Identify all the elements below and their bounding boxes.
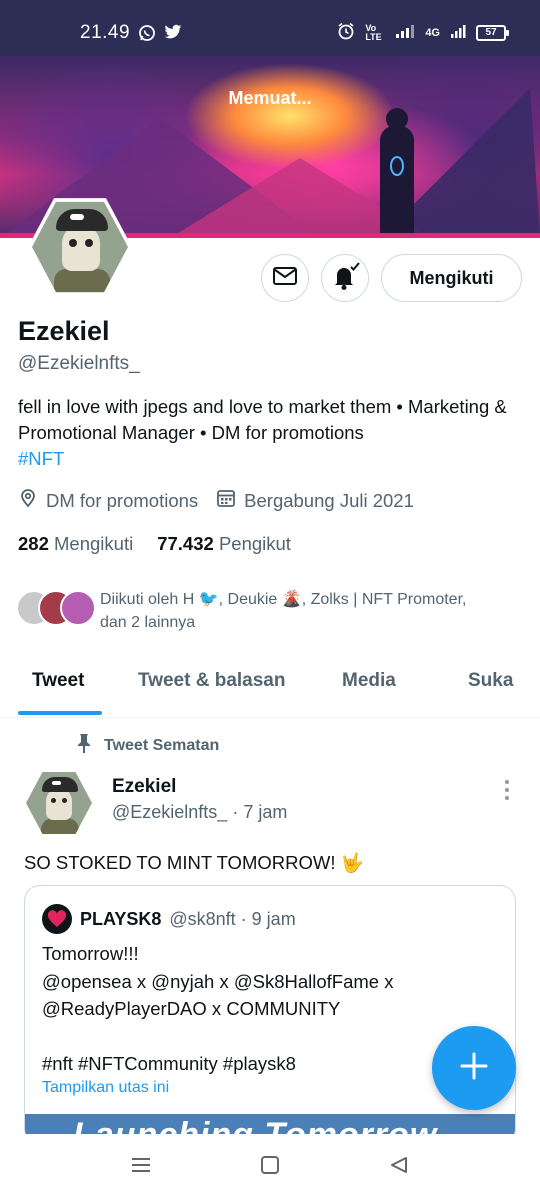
quoted-author-name: PLAYSK8 bbox=[80, 908, 162, 929]
envelope-icon bbox=[272, 265, 298, 292]
tweet-text: SO STOKED TO MINT TOMORROW! 🤟 bbox=[24, 852, 364, 873]
followers-link[interactable]: 77.432 Pengikut bbox=[157, 533, 291, 555]
calendar-icon bbox=[216, 488, 236, 513]
banner-loading-text: Memuat... bbox=[228, 88, 312, 108]
pin-icon bbox=[74, 732, 94, 759]
profile-name: Ezekiel bbox=[18, 316, 110, 346]
profile-avatar[interactable] bbox=[28, 195, 132, 299]
tab-media[interactable]: Media bbox=[342, 670, 396, 692]
message-button[interactable] bbox=[261, 254, 309, 302]
system-nav-bar bbox=[0, 1134, 540, 1200]
back-triangle-icon bbox=[389, 1155, 409, 1180]
following-button[interactable]: Mengikuti bbox=[381, 254, 522, 302]
follow-stats: 282 Mengikuti 77.432 Pengikut bbox=[18, 533, 291, 555]
square-icon bbox=[260, 1155, 280, 1180]
network-4g-icon: 4G bbox=[425, 26, 440, 39]
bio-hashtag-link[interactable]: #NFT bbox=[18, 448, 64, 469]
quoted-tweet-card[interactable]: PLAYSK8 @sk8nft · 9 jam Tomorrow!!! @ope… bbox=[24, 885, 516, 1145]
pinned-label: Tweet Sematan bbox=[74, 732, 219, 759]
profile-meta: DM for promotions Bergabung Juli 2021 bbox=[18, 488, 432, 513]
alarm-icon bbox=[337, 22, 355, 43]
tweet-author-avatar[interactable] bbox=[24, 768, 94, 838]
banner-figure bbox=[380, 108, 414, 238]
menu-icon bbox=[130, 1156, 152, 1179]
signal-icon-2 bbox=[450, 24, 466, 41]
notification-button[interactable] bbox=[321, 254, 369, 302]
follower-avatar bbox=[60, 590, 96, 626]
tweet-author-meta: @Ezekielnfts_ · 7 jam bbox=[112, 802, 288, 822]
following-link[interactable]: 282 Mengikuti bbox=[18, 533, 133, 555]
profile-bio: fell in love with jpegs and love to mark… bbox=[18, 394, 528, 472]
profile-joined-date: Bergabung Juli 2021 bbox=[244, 489, 414, 511]
twitter-icon bbox=[164, 24, 182, 47]
home-button[interactable] bbox=[255, 1152, 285, 1182]
tab-tweets-replies[interactable]: Tweet & balasan bbox=[138, 670, 285, 692]
quoted-author-meta: @sk8nft · 9 jam bbox=[169, 908, 296, 929]
volte-icon: Vo LTE bbox=[365, 22, 382, 42]
status-bar: 21.49 Vo LTE 4G 57 bbox=[0, 0, 540, 56]
profile-location: DM for promotions bbox=[46, 489, 199, 511]
back-button[interactable] bbox=[384, 1152, 414, 1182]
status-time: 21.49 bbox=[80, 22, 131, 43]
quoted-author-avatar bbox=[42, 904, 72, 934]
location-icon bbox=[18, 488, 38, 513]
show-thread-link[interactable]: Tampilkan utas ini bbox=[42, 1079, 169, 1097]
tweet-author-name[interactable]: Ezekiel bbox=[112, 776, 176, 798]
compose-tweet-button[interactable] bbox=[432, 1026, 516, 1110]
tab-tweet[interactable]: Tweet bbox=[32, 670, 84, 692]
signal-icon bbox=[395, 24, 415, 41]
followed-by-avatars[interactable] bbox=[16, 590, 96, 626]
profile-tabs: Tweet Tweet & balasan Media Suka bbox=[0, 656, 540, 718]
bio-text: fell in love with jpegs and love to mark… bbox=[18, 396, 507, 443]
active-tab-indicator bbox=[18, 711, 102, 715]
battery-icon: 57 bbox=[476, 24, 509, 41]
profile-handle: @Ezekielnfts_ bbox=[18, 353, 140, 374]
followed-by-text[interactable]: Diikuti oleh H 🐦, Deukie 🌋, Zolks | NFT … bbox=[100, 588, 520, 634]
bell-check-icon bbox=[329, 261, 361, 296]
plus-icon bbox=[459, 1051, 489, 1086]
more-options-icon[interactable] bbox=[505, 780, 509, 800]
whatsapp-icon bbox=[138, 24, 156, 47]
recent-apps-button[interactable] bbox=[126, 1152, 156, 1182]
tab-likes[interactable]: Suka bbox=[468, 670, 513, 692]
